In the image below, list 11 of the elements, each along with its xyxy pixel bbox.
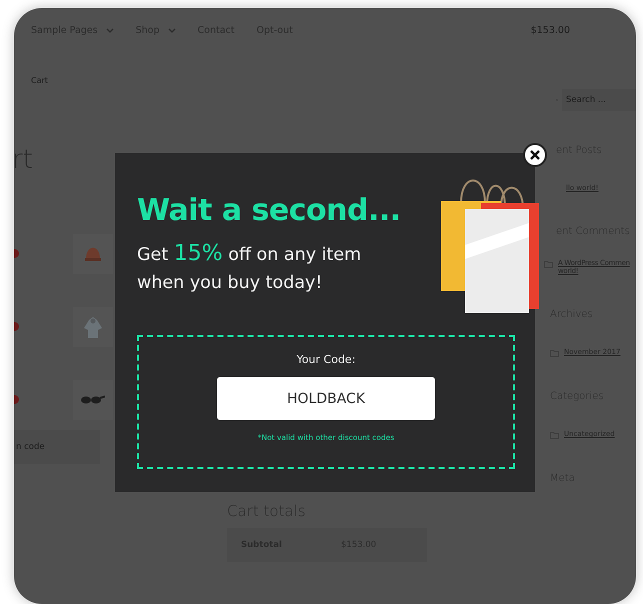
offer-text: Get 15% off on any item when you buy today!: [137, 240, 362, 295]
code-label: Your Code:: [296, 353, 356, 366]
code-field[interactable]: HOLDBACK: [217, 377, 435, 420]
hoodie-icon: [84, 316, 102, 338]
popup-title: Wait a second...: [137, 193, 401, 228]
chevron-down-icon: [106, 28, 114, 32]
close-icon: [530, 150, 540, 160]
close-button[interactable]: [523, 143, 547, 167]
hat-icon: [85, 246, 101, 260]
chevron-down-icon: [168, 28, 176, 32]
sunglasses-icon: [81, 395, 105, 404]
